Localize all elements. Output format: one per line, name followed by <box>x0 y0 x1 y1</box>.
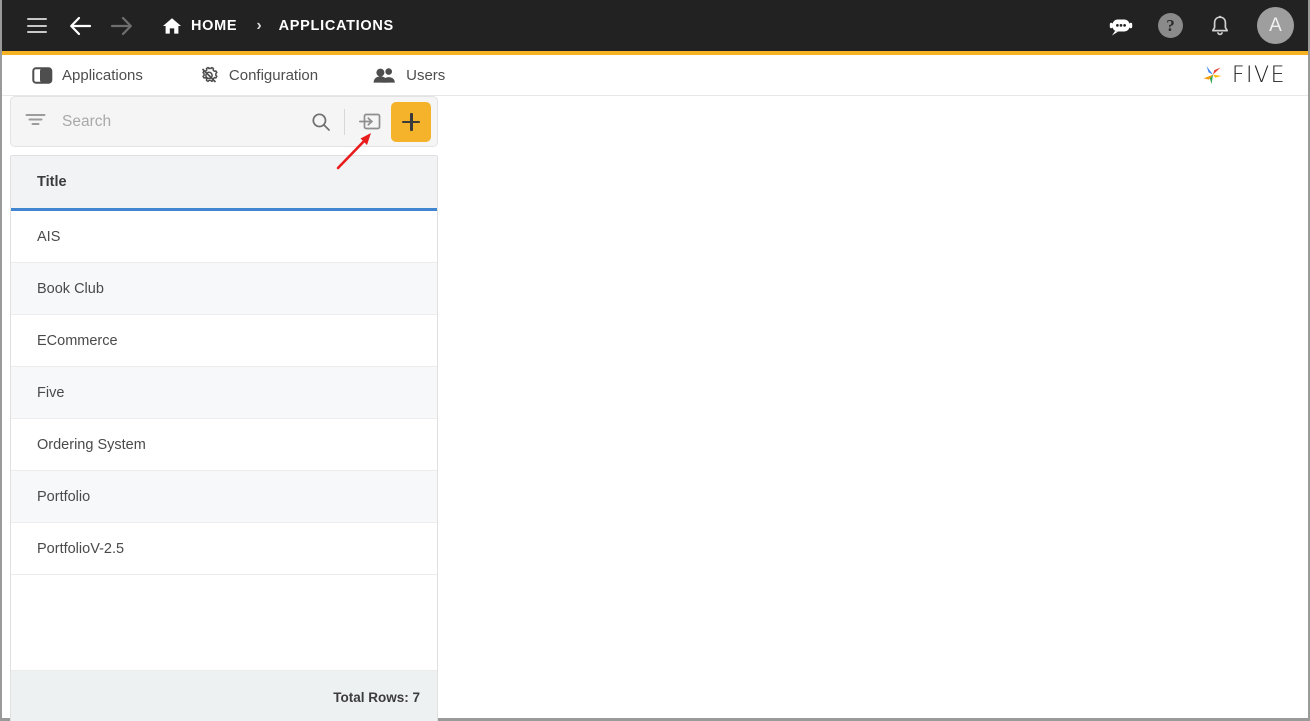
plus-icon <box>402 112 420 131</box>
avatar-initial: A <box>1269 14 1282 36</box>
breadcrumb-home-link[interactable]: HOME <box>162 17 237 35</box>
gear-settings-icon <box>201 66 218 83</box>
search-toolbar <box>10 96 438 147</box>
import-arrow-into-box-icon[interactable] <box>355 107 385 137</box>
topbar-left-group: HOME › APPLICATIONS <box>20 9 1104 43</box>
five-logo: FIVE <box>1198 60 1286 90</box>
arrow-left-icon[interactable] <box>64 9 98 43</box>
help-circle-icon[interactable]: ? <box>1158 13 1183 38</box>
grid-body: AIS Book Club ECommerce Five Ordering Sy… <box>11 211 437 671</box>
search-input[interactable] <box>62 112 306 131</box>
row-title: AIS <box>37 228 61 245</box>
row-title: Ordering System <box>37 436 146 453</box>
chat-bot-icon[interactable] <box>1104 9 1138 43</box>
arrow-right-icon[interactable] <box>104 9 138 43</box>
bell-glyph <box>1211 15 1229 35</box>
table-row[interactable]: Five <box>11 367 437 419</box>
filter-funnel-icon[interactable] <box>25 111 46 132</box>
chat-bot-glyph <box>1109 19 1133 35</box>
grid-column-header-title: Title <box>37 174 67 190</box>
table-row[interactable]: ECommerce <box>11 315 437 367</box>
breadcrumb-current-page: APPLICATIONS <box>278 17 394 34</box>
grid-header-row: Title <box>11 156 437 211</box>
application-window: HOME › APPLICATIONS ? A Applications Con… <box>0 0 1310 721</box>
applications-grid: Title AIS Book Club ECommerce Five Order… <box>10 155 438 721</box>
import-glyph <box>358 113 381 130</box>
section-tab-bar: Applications Configuration Users FIVE <box>2 55 1308 96</box>
users-people-icon <box>373 67 395 83</box>
topbar-right-group: ? A <box>1104 7 1294 44</box>
tab-label-applications: Applications <box>62 66 143 84</box>
hamburger-menu-icon[interactable] <box>20 9 54 43</box>
avatar[interactable]: A <box>1257 7 1294 44</box>
table-row[interactable]: PortfolioV-2.5 <box>11 523 437 575</box>
add-application-button[interactable] <box>391 101 431 142</box>
tab-configuration[interactable]: Configuration <box>185 55 331 96</box>
row-title: Book Club <box>37 280 104 297</box>
logo-text: FIVE <box>1231 62 1286 88</box>
arrow-right-glyph <box>110 16 132 35</box>
breadcrumb-home-label: HOME <box>191 17 238 34</box>
table-row[interactable]: Book Club <box>11 263 437 315</box>
five-pinwheel-logo-icon <box>1203 66 1222 84</box>
tab-label-users: Users <box>406 66 446 84</box>
total-rows-label: Total Rows: 7 <box>333 689 420 705</box>
notification-bell-icon[interactable] <box>1203 9 1237 43</box>
top-navigation-bar: HOME › APPLICATIONS ? A <box>2 0 1308 51</box>
row-title: Portfolio <box>37 488 91 505</box>
tab-label-configuration: Configuration <box>228 66 319 84</box>
row-title: PortfolioV-2.5 <box>37 540 125 557</box>
tab-applications[interactable]: Applications <box>19 55 156 96</box>
magnifier-glyph <box>312 112 330 131</box>
arrow-left-glyph <box>70 16 92 35</box>
table-row[interactable]: Ordering System <box>11 419 437 471</box>
filter-funnel-glyph <box>25 114 46 125</box>
magnifier-search-icon[interactable] <box>306 107 336 137</box>
applications-list-panel: Title AIS Book Club ECommerce Five Order… <box>10 96 438 721</box>
breadcrumb: HOME › APPLICATIONS <box>162 17 394 35</box>
home-icon <box>163 17 181 34</box>
grid-footer: Total Rows: 7 <box>11 671 437 721</box>
row-title: ECommerce <box>37 332 118 349</box>
row-title: Five <box>37 384 65 401</box>
tab-users[interactable]: Users <box>360 55 458 96</box>
table-row[interactable]: AIS <box>11 211 437 263</box>
breadcrumb-separator: › <box>256 16 262 34</box>
toolbar-divider <box>344 108 345 135</box>
applications-panel-icon <box>32 66 53 84</box>
grid-empty-space <box>11 575 437 671</box>
table-row[interactable]: Portfolio <box>11 471 437 523</box>
help-label: ? <box>1166 15 1175 35</box>
